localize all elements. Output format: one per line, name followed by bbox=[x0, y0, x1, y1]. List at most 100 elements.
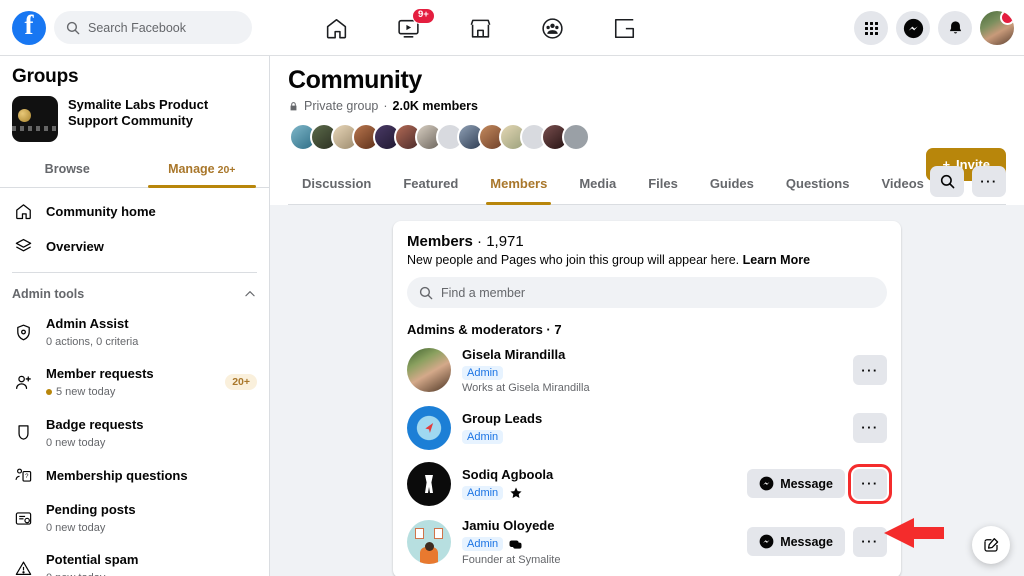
search-input[interactable]: Search Facebook bbox=[54, 11, 252, 44]
new-indicator-dot bbox=[46, 389, 52, 395]
member-requests-count-badge: 20+ bbox=[225, 374, 257, 390]
tab-discussion-label: Discussion bbox=[302, 176, 371, 191]
sidebar-item-badge-requests[interactable]: Badge requests 0 new today bbox=[0, 408, 269, 458]
group-search-button[interactable] bbox=[930, 166, 964, 197]
group-members-count: 2.0K members bbox=[393, 99, 478, 113]
profile-silhouette-icon bbox=[417, 471, 441, 497]
avatar-detail bbox=[434, 528, 443, 539]
member-options-button-highlighted[interactable]: ··· bbox=[853, 469, 887, 499]
sidebar-item-member-requests-text: Member requests 5 new today bbox=[46, 365, 154, 399]
tab-guides[interactable]: Guides bbox=[696, 165, 768, 204]
messenger-icon bbox=[759, 534, 774, 549]
member-name[interactable]: Group Leads bbox=[462, 411, 842, 428]
sidebar-tabs: Browse Manage20+ bbox=[0, 152, 269, 188]
star-badge-icon bbox=[508, 486, 523, 501]
group-meta-separator: · bbox=[383, 99, 387, 113]
topbar-nav-icons: 9+ bbox=[300, 0, 660, 56]
tab-members[interactable]: Members bbox=[476, 165, 561, 204]
group-meta: Private group · 2.0K members bbox=[288, 99, 1006, 113]
svg-text:?: ? bbox=[25, 474, 29, 480]
facebook-logo-icon[interactable]: f bbox=[12, 11, 46, 45]
group-header-actions: ··· bbox=[930, 166, 1006, 197]
user-profile-avatar[interactable] bbox=[980, 11, 1014, 45]
sidebar-tab-browse-label: Browse bbox=[45, 162, 90, 176]
nav-video-icon[interactable]: 9+ bbox=[372, 4, 444, 52]
avatar[interactable] bbox=[407, 406, 451, 450]
sidebar-item-overview[interactable]: Overview bbox=[0, 229, 269, 264]
learn-more-link[interactable]: Learn More bbox=[743, 253, 810, 267]
members-card-heading-sep: · bbox=[477, 233, 482, 250]
tab-media[interactable]: Media bbox=[565, 165, 630, 204]
messenger-icon[interactable] bbox=[896, 11, 930, 45]
member-name[interactable]: Gisela Mirandilla bbox=[462, 347, 842, 364]
avatar[interactable] bbox=[407, 462, 451, 506]
sidebar-item-potential-spam-text: Potential spam 0 new today bbox=[46, 551, 138, 576]
tab-videos-label: Videos bbox=[881, 176, 923, 191]
avatar[interactable] bbox=[407, 348, 451, 392]
tab-files[interactable]: Files bbox=[634, 165, 692, 204]
page-title: Community bbox=[288, 66, 1006, 95]
tab-videos[interactable]: Videos bbox=[867, 165, 937, 204]
sidebar-item-member-requests-sub-text: 5 new today bbox=[56, 385, 115, 399]
messenger-icon bbox=[759, 476, 774, 491]
compass-arrow-icon bbox=[418, 417, 440, 439]
admins-moderators-section-title: Admins & moderators · 7 bbox=[407, 322, 887, 337]
menu-grid-icon[interactable] bbox=[854, 11, 888, 45]
grid-dots bbox=[865, 22, 878, 35]
member-info: Jamiu Oloyede Admin Founde bbox=[462, 518, 736, 566]
layers-icon bbox=[12, 237, 34, 256]
tab-media-label: Media bbox=[579, 176, 616, 191]
status-badge: Admin bbox=[462, 366, 503, 380]
sidebar-tab-manage[interactable]: Manage20+ bbox=[135, 152, 270, 187]
members-content-area: Members · 1,971 New people and Pages who… bbox=[270, 205, 1024, 576]
sidebar-item-pending-posts-label: Pending posts bbox=[46, 502, 136, 517]
notifications-bell-icon[interactable] bbox=[938, 11, 972, 45]
more-options-icon: ··· bbox=[861, 535, 879, 548]
member-info: Group Leads Admin bbox=[462, 411, 842, 444]
sidebar-item-community-home[interactable]: Community home bbox=[0, 194, 269, 229]
sidebar-item-membership-questions[interactable]: ? Membership questions bbox=[0, 458, 269, 493]
member-options-button[interactable]: ··· bbox=[853, 413, 887, 443]
nav-groups-icon[interactable] bbox=[516, 4, 588, 52]
sidebar-section-admin-tools[interactable]: Admin tools bbox=[0, 281, 269, 307]
sidebar-item-admin-assist[interactable]: Admin Assist 0 actions, 0 criteria bbox=[0, 307, 269, 357]
nav-gaming-icon[interactable] bbox=[588, 4, 660, 52]
members-card-heading: Members · 1,971 bbox=[407, 233, 887, 250]
group-more-options-button[interactable]: ··· bbox=[972, 166, 1006, 197]
tab-featured[interactable]: Featured bbox=[389, 165, 472, 204]
facepile-avatar-placeholder[interactable] bbox=[562, 123, 590, 151]
nav-home-icon[interactable] bbox=[300, 4, 372, 52]
member-actions: ··· bbox=[853, 413, 887, 443]
message-button[interactable]: Message bbox=[747, 527, 845, 556]
member-badges: Admin bbox=[462, 537, 736, 552]
sidebar-tab-manage-count: 20+ bbox=[218, 164, 236, 176]
member-actions: Message ··· bbox=[747, 469, 887, 499]
nav-marketplace-icon[interactable] bbox=[444, 4, 516, 52]
sidebar-admin-tools-list: Admin Assist 0 actions, 0 criteria bbox=[0, 307, 269, 576]
sidebar-item-pending-posts[interactable]: Pending posts 0 new today bbox=[0, 493, 269, 543]
lock-icon bbox=[288, 101, 299, 112]
group-name-label: Symalite Labs Product Support Community bbox=[68, 96, 257, 130]
table-row: Group Leads Admin ··· bbox=[407, 400, 887, 456]
message-button[interactable]: Message bbox=[747, 469, 845, 498]
member-name[interactable]: Sodiq Agboola bbox=[462, 467, 736, 484]
avatar[interactable] bbox=[407, 520, 451, 564]
tab-discussion[interactable]: Discussion bbox=[288, 165, 385, 204]
member-options-button[interactable]: ··· bbox=[853, 527, 887, 557]
sidebar-title: Groups bbox=[0, 56, 269, 96]
sidebar-tab-browse[interactable]: Browse bbox=[0, 152, 135, 187]
tab-featured-label: Featured bbox=[403, 176, 458, 191]
members-card: Members · 1,971 New people and Pages who… bbox=[393, 221, 901, 576]
member-options-button[interactable]: ··· bbox=[853, 355, 887, 385]
compose-post-button[interactable] bbox=[972, 526, 1010, 564]
member-name[interactable]: Jamiu Oloyede bbox=[462, 518, 736, 535]
main-content: Community Private group · 2.0K members bbox=[270, 56, 1024, 576]
tab-questions[interactable]: Questions bbox=[772, 165, 864, 204]
topbar-right-section bbox=[854, 0, 1014, 56]
sidebar-item-member-requests[interactable]: Member requests 5 new today 20+ bbox=[0, 357, 269, 407]
find-member-input[interactable]: Find a member bbox=[407, 277, 887, 308]
sidebar-item-potential-spam[interactable]: Potential spam 0 new today bbox=[0, 543, 269, 576]
sidebar-group-entry[interactable]: Symalite Labs Product Support Community bbox=[0, 96, 269, 150]
member-facepile[interactable] bbox=[288, 123, 1006, 153]
group-thumbnail-image bbox=[12, 96, 58, 142]
